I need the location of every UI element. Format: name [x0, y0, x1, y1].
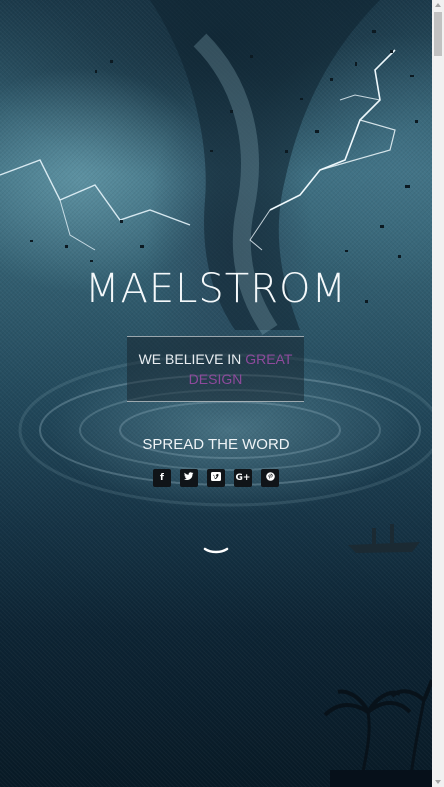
- google-plus-icon: G+: [235, 473, 251, 483]
- hero-content: MAELSTROM WE BELIEVE IN GREAT DESIGN SPR…: [0, 0, 432, 787]
- vimeo-share-button[interactable]: [207, 469, 225, 487]
- tagline-text: WE BELIEVE IN: [138, 351, 242, 367]
- pinterest-share-button[interactable]: [261, 469, 279, 487]
- google-plus-share-button[interactable]: G+: [234, 469, 252, 487]
- chevron-down-icon[interactable]: [203, 546, 229, 558]
- pinterest-icon: [265, 472, 275, 484]
- scroll-down-arrow-icon[interactable]: [435, 780, 441, 784]
- facebook-share-button[interactable]: f: [153, 469, 171, 487]
- twitter-icon: [184, 472, 194, 484]
- scrollbar-thumb[interactable]: [434, 12, 442, 56]
- tagline-box: WE BELIEVE IN GREAT DESIGN: [127, 336, 304, 402]
- hero-section: MAELSTROM WE BELIEVE IN GREAT DESIGN SPR…: [0, 0, 432, 787]
- scroll-up-arrow-icon[interactable]: [435, 3, 441, 7]
- social-share-buttons: f G+: [0, 469, 432, 487]
- page-scrollbar[interactable]: [432, 0, 444, 787]
- site-title: MAELSTROM: [84, 266, 348, 312]
- facebook-icon: f: [160, 473, 164, 483]
- vimeo-icon: [211, 472, 221, 484]
- spread-the-word-heading: SPREAD THE WORD: [142, 436, 290, 453]
- twitter-share-button[interactable]: [180, 469, 198, 487]
